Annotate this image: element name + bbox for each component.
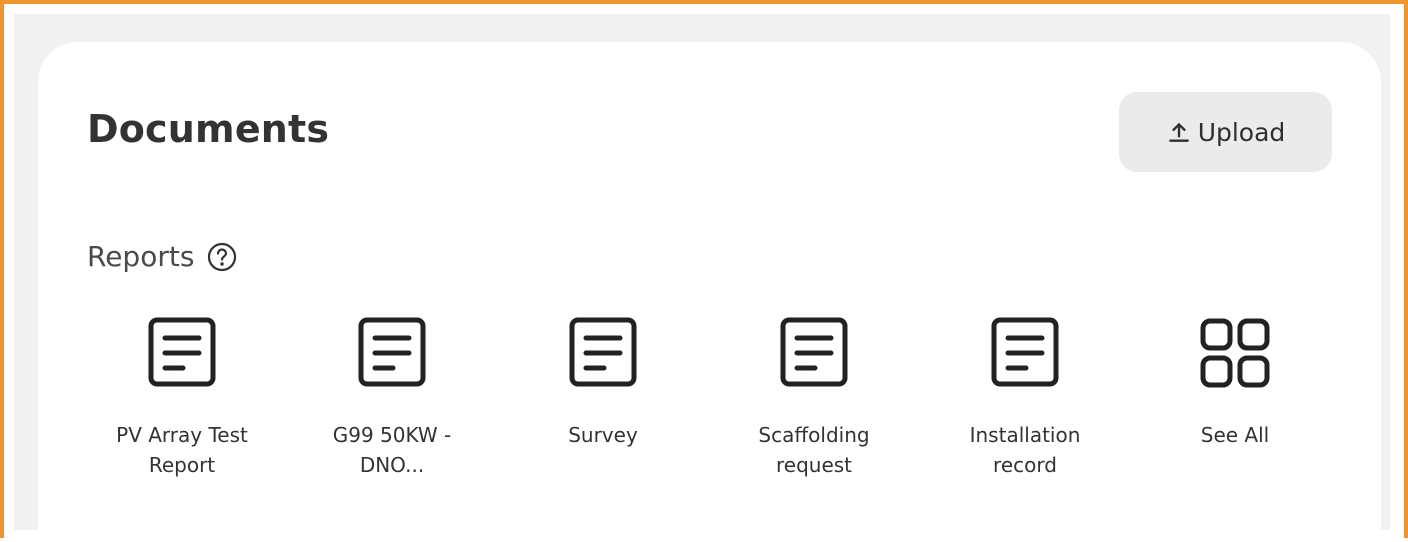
document-icon — [569, 317, 637, 387]
document-icon — [148, 317, 216, 387]
report-tile-label: Scaffolding request — [758, 423, 870, 477]
report-tile-label: PV Array Test Report — [116, 423, 248, 477]
report-tile[interactable]: Scaffolding request — [724, 314, 904, 480]
upload-button[interactable]: Upload — [1119, 92, 1332, 172]
document-icon — [358, 317, 426, 387]
page-title: Documents — [87, 107, 330, 151]
grid-icon — [1200, 318, 1270, 388]
reports-title: Reports — [87, 240, 195, 273]
report-tile[interactable]: G99 50KW - DNO... — [302, 314, 482, 480]
reports-section-header: Reports — [87, 237, 238, 277]
report-tile-label: G99 50KW - DNO... — [332, 423, 452, 477]
report-tile-label: Survey — [568, 423, 638, 447]
see-all-tile[interactable]: See All — [1145, 314, 1325, 450]
see-all-label: See All — [1200, 423, 1270, 447]
upload-icon — [1168, 123, 1189, 142]
upload-button-label: Upload — [1197, 117, 1286, 147]
documents-card: Documents Upload Reports PV Array Test R… — [38, 42, 1381, 542]
help-circle-icon[interactable] — [206, 241, 238, 273]
document-icon — [991, 317, 1059, 387]
document-icon — [780, 317, 848, 387]
report-tile[interactable]: Survey — [513, 314, 693, 450]
report-tile[interactable]: PV Array Test Report — [92, 314, 272, 480]
report-tile[interactable]: Installation record — [935, 314, 1115, 480]
report-tile-label: Installation record — [969, 423, 1081, 477]
